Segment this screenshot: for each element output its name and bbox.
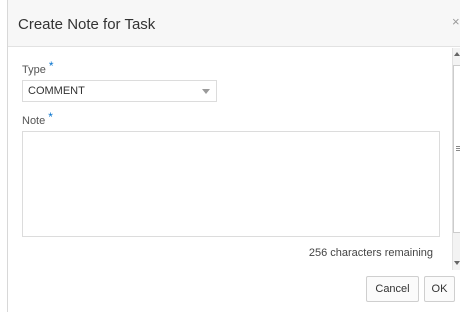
chevron-down-icon[interactable] — [202, 89, 210, 94]
dialog-title: Create Note for Task — [18, 16, 156, 33]
note-label-text: Note — [22, 115, 46, 127]
note-label: Note * — [22, 110, 53, 127]
close-icon[interactable]: × — [452, 15, 460, 29]
scroll-thumb[interactable] — [453, 65, 460, 233]
type-required-marker: * — [48, 59, 54, 73]
type-select-value: COMMENT — [28, 85, 85, 97]
ok-button[interactable]: OK — [424, 276, 455, 302]
type-select[interactable]: COMMENT — [22, 80, 217, 102]
create-note-dialog: Create Note for Task × Type * COMMENT Not… — [7, 0, 460, 312]
characters-remaining: 256 characters remaining — [308, 247, 433, 259]
type-label-text: Type — [22, 64, 46, 76]
scroll-down-icon[interactable] — [454, 261, 460, 265]
cancel-button[interactable]: Cancel — [366, 276, 419, 302]
grip-icon — [456, 146, 460, 151]
note-textarea[interactable] — [22, 131, 440, 237]
scrollbar[interactable] — [452, 48, 460, 270]
scroll-up-icon[interactable] — [454, 52, 460, 56]
note-required-marker: * — [48, 110, 53, 124]
dialog-header: Create Note for Task × — [8, 0, 460, 47]
type-label: Type * — [22, 59, 54, 76]
